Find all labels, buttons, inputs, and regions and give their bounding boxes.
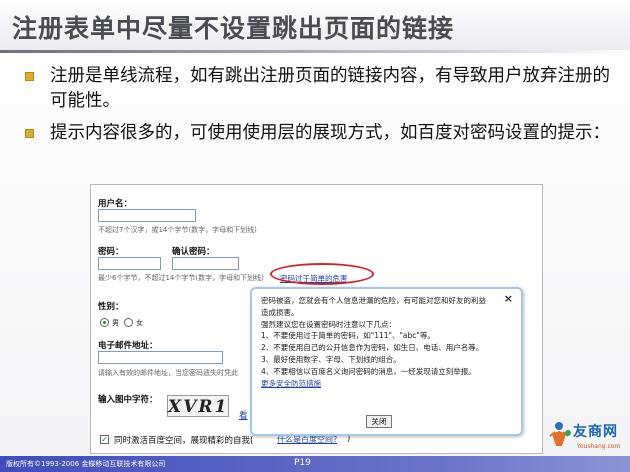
bullet-item: 提示内容很多的，可使用使用层的展现方式，如百度对密码设置的提示： xyxy=(22,121,612,146)
bullet-square-icon xyxy=(25,129,34,138)
more-security-link[interactable]: 更多安全防范措施 xyxy=(261,378,513,390)
popup-line: 1、不要使用过于简单的密码，如"111"、"abc"等。 xyxy=(261,331,435,341)
activate-space-checkbox[interactable]: ✓ xyxy=(100,435,109,444)
password-hint: 最少6个字节，不超过14个字节(数字，字母和下划线) xyxy=(98,274,264,282)
password-tips-popup: × 密码被盗，您就会有个人信息泄漏的危险，有可能对您和好友的利益 造成损害。 强… xyxy=(250,287,523,436)
title-divider xyxy=(0,50,630,53)
popup-line: 强烈建议您在设置密码时注意以下几点： xyxy=(261,319,396,329)
footer-copyright: 版权所有©1993-2006 金蝶移动互联技术有限公司 xyxy=(6,460,166,468)
bullet-square-icon xyxy=(25,72,34,81)
bullet-text: 提示内容很多的，可使用使用层的展现方式，如百度对密码设置的提示： xyxy=(50,123,610,143)
username-hint: 不超过7个汉字，或14个字节(数字，字母和下划线) xyxy=(98,226,257,234)
bullet-list: 注册是单线流程，如有跳出注册页面的链接内容，有导致用户放弃注册的可能性。 提示内… xyxy=(22,64,612,153)
gender-female-label: 女 xyxy=(136,319,143,327)
page-number: P19 xyxy=(294,458,311,468)
email-hint: 请输入有效的邮件地址，当您密码遗失时凭此 xyxy=(98,369,238,377)
gender-male-radio[interactable] xyxy=(100,318,109,327)
popup-line: 2、不要使用自己的公开信息作为密码，如生日、电话、用户名等。 xyxy=(261,343,484,353)
username-label: 用户名： xyxy=(98,199,133,209)
logo-name: 友商网 xyxy=(573,424,618,440)
gender-male-label: 男 xyxy=(112,319,119,327)
email-label: 电子邮件地址： xyxy=(98,341,158,351)
highlight-oval xyxy=(270,263,374,285)
bullet-text: 注册是单线流程，如有跳出注册页面的链接内容，有导致用户放弃注册的可能性。 xyxy=(50,66,610,111)
close-button[interactable]: 关闭 xyxy=(366,415,392,428)
close-icon[interactable]: × xyxy=(504,293,513,305)
captcha-image: XVR1 xyxy=(167,395,229,417)
popup-line: 造成损害。 xyxy=(261,307,299,317)
email-input[interactable] xyxy=(98,351,223,364)
confirm-password-input[interactable] xyxy=(172,257,239,270)
gender-female-radio[interactable] xyxy=(124,318,133,327)
captcha-label: 输入图中字符： xyxy=(98,395,158,405)
bullet-item: 注册是单线流程，如有跳出注册页面的链接内容，有导致用户放弃注册的可能性。 xyxy=(22,64,612,114)
popup-line: 密码被盗，您就会有个人信息泄漏的危险，有可能对您和好友的利益 xyxy=(261,296,486,305)
password-label: 密码： xyxy=(98,247,124,257)
gender-label: 性别： xyxy=(98,302,124,312)
popup-line: 3、最好使用数字、字母、下划线的组合。 xyxy=(261,354,401,364)
activate-space-text: 同时激活百度空间，展现精彩的自我( xyxy=(114,436,254,446)
slide-title: 注册表单中尽量不设置跳出页面的链接 xyxy=(0,0,630,50)
logo-site: Youshang.com xyxy=(577,443,621,450)
confirm-password-label: 确认密码： xyxy=(172,247,215,257)
password-input[interactable] xyxy=(98,257,161,270)
captcha-refresh-link[interactable]: 看 xyxy=(239,409,248,421)
username-input[interactable] xyxy=(98,209,196,222)
popup-line: 4、不要相信以百度名义询问密码的消息，一经发现请立刻举报。 xyxy=(261,366,476,376)
